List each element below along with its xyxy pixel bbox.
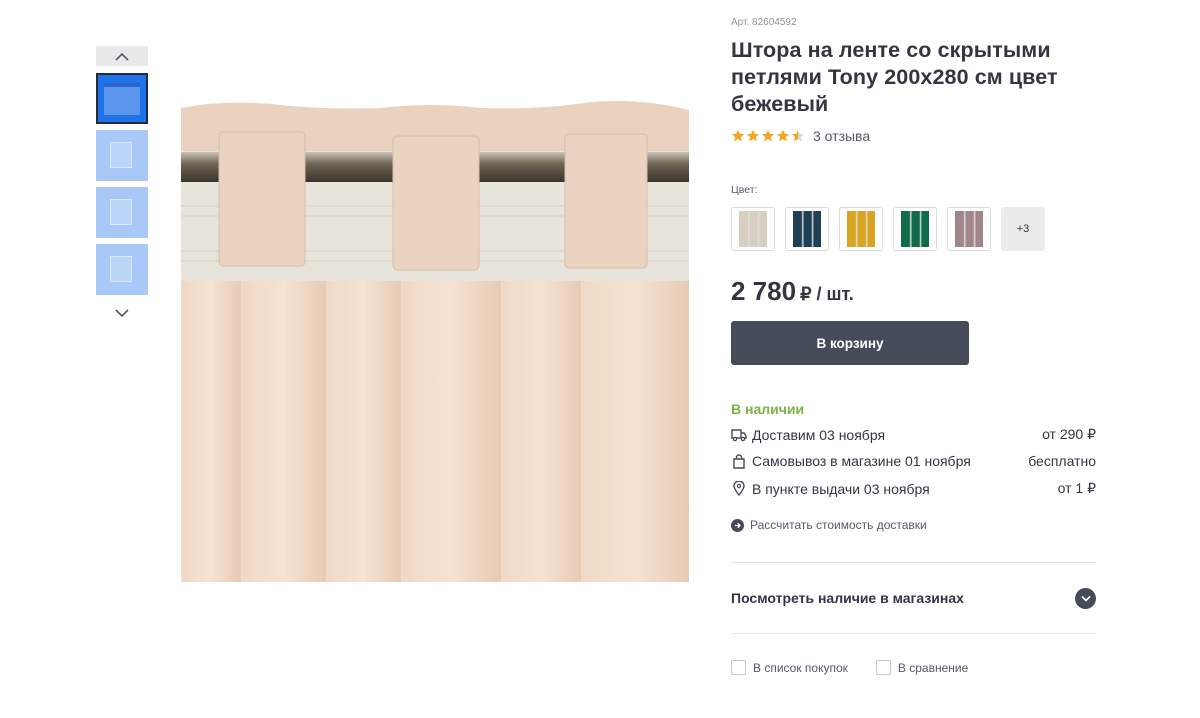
color-swatches: +3 — [731, 207, 1045, 251]
color-swatch-dark-blue[interactable] — [785, 207, 829, 251]
bag-icon — [731, 453, 747, 469]
product-title: Штора на ленте со скрытыми петлями Tony … — [731, 38, 1058, 116]
price-value: 2 780 — [731, 276, 797, 306]
reviews-link[interactable]: 3 отзыва — [813, 128, 870, 144]
pickup-store-price: бесплатно — [1028, 453, 1096, 469]
color-swatch-beige[interactable] — [731, 207, 775, 251]
add-to-cart-button[interactable]: В корзину — [731, 321, 969, 365]
checkbox[interactable] — [731, 660, 746, 675]
product-main-image[interactable] — [181, 96, 689, 582]
delivery-label: Доставим 03 ноября — [752, 426, 886, 443]
pickup-point-option: В пункте выдачи 03 ноября от 1 ₽ — [731, 480, 1096, 497]
chevron-down-icon — [115, 308, 129, 317]
star-icon — [731, 129, 745, 142]
thumbnail-gallery — [96, 46, 148, 325]
store-availability-toggle[interactable]: Посмотреть наличие в магазинах — [731, 584, 1096, 612]
color-label: Цвет: — [731, 184, 758, 196]
shopping-list-label: В список покупок — [753, 660, 848, 675]
chevron-up-icon — [115, 52, 129, 61]
compare-label: В сравнение — [897, 660, 969, 675]
store-availability-label: Посмотреть наличие в магазинах — [731, 590, 964, 606]
color-swatch-mustard[interactable] — [839, 207, 883, 251]
calculate-delivery-label: Рассчитать стоимость доставки — [750, 518, 927, 532]
compare-checkbox[interactable]: В сравнение — [875, 660, 969, 675]
divider — [731, 562, 1096, 563]
curtain-photo — [181, 101, 689, 582]
truck-icon — [731, 427, 747, 443]
divider — [731, 633, 1096, 634]
star-icon — [776, 129, 790, 142]
star-icon — [761, 129, 775, 142]
price-unit: ₽ / шт. — [800, 284, 854, 304]
color-swatch-mauve[interactable] — [947, 207, 991, 251]
delivery-price: от 290 ₽ — [1042, 426, 1096, 442]
chevron-down-icon — [1075, 587, 1096, 609]
article-number: Арт. 82604592 — [731, 17, 797, 28]
star-icon — [791, 129, 805, 142]
pickup-store-label: Самовывоз в магазине 01 ноября — [752, 453, 971, 469]
arrow-right-circle-icon — [731, 518, 744, 532]
color-swatch-green[interactable] — [893, 207, 937, 251]
checkbox[interactable] — [875, 660, 891, 675]
pickup-store-option: Самовывоз в магазине 01 ноября бесплатно — [731, 453, 1096, 469]
product-actions: В список покупок В сравнение — [731, 660, 996, 675]
rating[interactable]: 3 отзыва — [731, 128, 870, 144]
thumbnails-up-button[interactable] — [96, 46, 148, 66]
pickup-point-label: В пункте выдачи 03 ноября — [752, 480, 930, 497]
more-colors-button[interactable]: +3 — [1001, 207, 1045, 251]
shopping-list-checkbox[interactable]: В список покупок — [731, 660, 848, 675]
thumbnails-down-button[interactable] — [96, 301, 148, 325]
thumbnail-1[interactable] — [96, 73, 148, 124]
location-pin-icon — [731, 481, 747, 497]
rating-stars — [731, 129, 805, 143]
thumbnail-4[interactable] — [96, 244, 148, 295]
delivery-option: Доставим 03 ноября от 290 ₽ — [731, 426, 1096, 443]
star-icon — [746, 129, 760, 142]
thumbnail-2[interactable] — [96, 130, 148, 181]
thumbnail-3[interactable] — [96, 187, 148, 238]
calculate-delivery-link[interactable]: Рассчитать стоимость доставки — [731, 518, 927, 532]
stock-status: В наличии — [731, 401, 805, 417]
pickup-point-price: от 1 ₽ — [1057, 480, 1096, 496]
price: 2 780 ₽ / шт. — [731, 276, 854, 307]
